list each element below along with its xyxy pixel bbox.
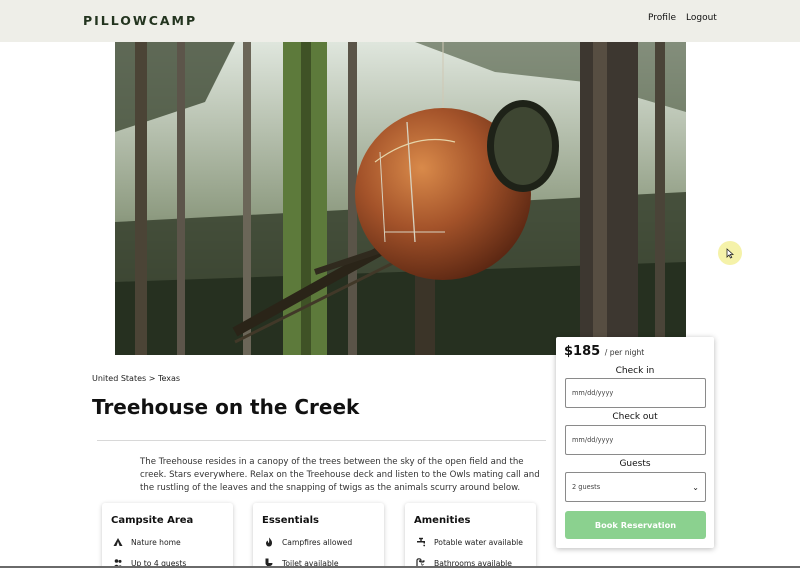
check-in-date-input[interactable]: mm/dd/yyyy: [565, 378, 706, 408]
listing-title: Treehouse on the Creek: [92, 395, 360, 419]
essentials-card: Essentials Campfires allowed Toilet avai…: [253, 503, 384, 568]
check-in-placeholder: mm/dd/yyyy: [572, 389, 614, 397]
feature-label: Potable water available: [434, 537, 523, 547]
booking-panel: $185 / per night Check in mm/dd/yyyy Che…: [556, 337, 714, 548]
top-navbar: PILLOWCAMP Profile Logout: [0, 0, 800, 42]
faucet-icon: [417, 537, 426, 547]
check-in-label: Check in: [615, 366, 655, 376]
check-out-date-input[interactable]: mm/dd/yyyy: [565, 425, 706, 455]
price-amount: $185: [564, 344, 601, 359]
brand-logo[interactable]: PILLOWCAMP: [83, 13, 197, 28]
card-title: Essentials: [262, 515, 319, 526]
treehouse-photo: [115, 42, 686, 355]
feature-item: Nature home: [111, 536, 233, 548]
mouse-cursor-icon: [726, 248, 735, 259]
breadcrumb[interactable]: United States > Texas: [92, 374, 180, 383]
listing-hero-image: [115, 42, 686, 355]
feature-item: Potable water available: [414, 536, 536, 548]
tent-icon: [113, 538, 123, 546]
feature-item: Campfires allowed: [262, 536, 384, 548]
check-out-label: Check out: [612, 412, 658, 422]
nav-logout-link[interactable]: Logout: [686, 13, 717, 23]
guests-select[interactable]: 2 guests ⌄: [565, 472, 706, 502]
nav-profile-link[interactable]: Profile: [648, 13, 676, 23]
listing-description: The Treehouse resides in a canopy of the…: [140, 457, 540, 493]
guests-label: Guests: [619, 459, 651, 469]
card-title: Amenities: [414, 515, 471, 526]
book-reservation-button[interactable]: Book Reservation: [565, 511, 706, 539]
fire-icon: [265, 537, 273, 547]
price-display: $185 / per night: [564, 344, 644, 359]
feature-label: Campfires allowed: [282, 537, 353, 547]
check-out-placeholder: mm/dd/yyyy: [572, 436, 614, 444]
guests-selected-value: 2 guests: [572, 483, 601, 491]
section-divider: [97, 440, 546, 441]
chevron-down-icon: ⌄: [692, 482, 699, 492]
campsite-area-card: Campsite Area Nature home Up to 4 guests: [102, 503, 233, 568]
price-unit: / per night: [604, 348, 645, 357]
amenities-card: Amenities Potable water available Bathro…: [405, 503, 536, 568]
feature-label: Nature home: [131, 537, 181, 547]
card-title: Campsite Area: [111, 515, 194, 526]
